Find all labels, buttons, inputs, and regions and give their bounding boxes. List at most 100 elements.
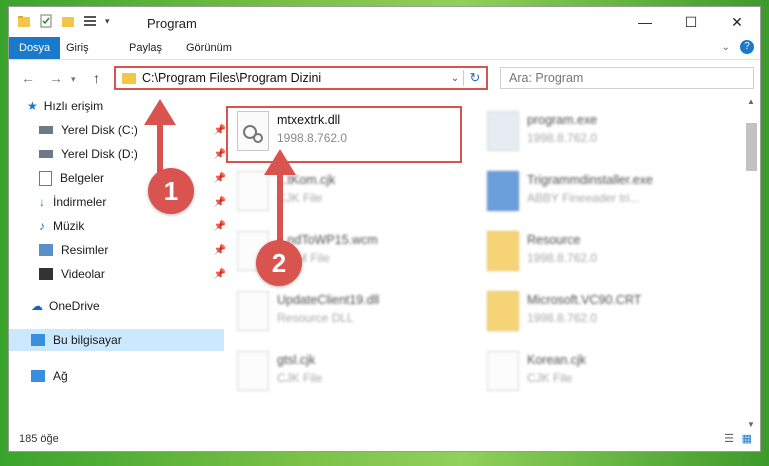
minimize-button[interactable]: —: [622, 7, 668, 37]
file-name: Korean.cjk: [527, 353, 587, 367]
search-input[interactable]: Ara: Program: [500, 67, 754, 89]
address-path[interactable]: C:\Program Files\Program Dizini: [142, 71, 447, 85]
status-bar: 185 öğe ☰ ▦: [9, 429, 760, 451]
sidebar-item-label: Müzik: [53, 219, 85, 233]
navigation-bar: ← → ▾ ↑ C:\Program Files\Program Dizini …: [9, 60, 760, 96]
explorer-window: ▾ Program — ☐ ✕ Dosya Giriş Paylaş Görün…: [8, 6, 761, 452]
computer-icon: [31, 334, 45, 346]
file-version: 1998.8.762.0: [527, 131, 598, 145]
close-button[interactable]: ✕: [714, 7, 760, 37]
chevron-down-icon[interactable]: ⌄: [447, 73, 463, 84]
cloud-icon: ☁: [31, 299, 43, 313]
file-type: ABBY Fineeader tri...: [527, 191, 640, 205]
sidebar-item-label: Resimler: [61, 243, 109, 257]
file-item[interactable]: Korean.cjk CJK File: [479, 347, 719, 403]
sidebar-item-videos[interactable]: Videolar 📌: [9, 263, 232, 285]
sidebar-item-label: OneDrive: [49, 299, 100, 313]
details-view-icon[interactable]: ☰: [724, 432, 734, 445]
item-count: 185 öğe: [19, 433, 59, 445]
maximize-button[interactable]: ☐: [668, 7, 714, 37]
file-name: UpdateClient19.dll: [277, 293, 380, 307]
file-item[interactable]: UpdateClient19.dll Resource DLL: [229, 287, 469, 343]
tab-share[interactable]: Paylaş: [129, 37, 162, 59]
quick-access-toolbar: ▾: [17, 14, 110, 28]
sidebar-item-music[interactable]: ♪ Müzik 📌: [9, 215, 232, 237]
scrollbar-thumb[interactable]: [746, 123, 757, 171]
sidebar-item-drive-d[interactable]: Yerel Disk (D:) 📌: [9, 143, 232, 165]
sidebar-item-onedrive[interactable]: ☁ OneDrive: [9, 295, 224, 317]
file-name: Resource: [527, 233, 581, 247]
sidebar-item-label: Yerel Disk (C:): [61, 123, 138, 137]
sidebar-item-label: Videolar: [61, 267, 105, 281]
network-icon: [31, 370, 45, 382]
folder-icon: [18, 16, 30, 27]
film-icon: [39, 268, 53, 280]
sidebar-item-label: İndirmeler: [53, 195, 107, 209]
large-icons-view-icon[interactable]: ▦: [742, 432, 752, 445]
sidebar-item-label: Belgeler: [60, 171, 105, 185]
tab-view[interactable]: Görünüm: [186, 37, 232, 59]
file-item[interactable]: Trigrammdinstaller.exe ABBY Fineeader tr…: [479, 167, 719, 223]
vertical-scrollbar[interactable]: ▲ ▼: [743, 95, 760, 431]
recent-chevron-icon[interactable]: ▾: [71, 74, 76, 85]
folder-icon: [122, 72, 136, 84]
address-bar[interactable]: C:\Program Files\Program Dizini ⌄ ↻: [114, 66, 488, 90]
drive-icon: [39, 126, 53, 134]
file-item[interactable]: gtsl.cjk CJK File: [229, 347, 469, 403]
annotation-marker-1: 1: [148, 168, 194, 214]
file-version: 1998.8.762.0: [527, 251, 598, 265]
view-options-icon[interactable]: [83, 14, 97, 28]
properties-icon[interactable]: [39, 14, 53, 28]
pictures-icon: [39, 244, 53, 256]
file-item[interactable]: Resource 1998.8.762.0: [479, 227, 719, 283]
dll-gear-icon: [237, 291, 269, 331]
annotation-arrow-2: [264, 149, 296, 245]
up-icon[interactable]: ↑: [93, 70, 100, 86]
tab-file[interactable]: Dosya: [9, 37, 61, 59]
forward-icon[interactable]: →: [49, 70, 63, 86]
star-icon: ★: [27, 99, 38, 113]
sidebar-item-quick-access[interactable]: ★ Hızlı erişim: [9, 95, 220, 117]
file-icon: [237, 351, 269, 391]
file-version: 1998.8.762.0: [527, 311, 598, 325]
file-type: CJK File: [527, 371, 573, 385]
file-name: Trigrammdinstaller.exe: [527, 173, 653, 187]
sidebar-item-documents[interactable]: Belgeler 📌: [9, 167, 232, 189]
file-name: Microsoft.VC90.CRT: [527, 293, 642, 307]
file-name: mtxextrk.dll: [277, 113, 341, 127]
scroll-up-icon[interactable]: ▲: [747, 97, 755, 106]
new-folder-icon[interactable]: [61, 14, 75, 28]
sidebar-item-label: Ağ: [53, 369, 68, 383]
sidebar-item-label: Hızlı erişim: [43, 99, 104, 113]
help-icon[interactable]: ?: [740, 40, 754, 54]
tab-home[interactable]: Giriş: [66, 37, 89, 59]
file-name: program.exe: [527, 113, 598, 127]
expand-ribbon-icon[interactable]: ⌄: [722, 42, 730, 53]
back-icon[interactable]: ←: [21, 70, 35, 86]
file-type: Resource DLL: [277, 311, 354, 325]
refresh-icon[interactable]: ↻: [463, 70, 486, 86]
file-item[interactable]: Microsoft.VC90.CRT 1998.8.762.0: [479, 287, 719, 343]
drive-icon: [39, 150, 53, 158]
title-bar: ▾ Program — ☐ ✕: [9, 7, 760, 37]
file-item[interactable]: program.exe 1998.8.762.0: [479, 107, 719, 163]
sidebar-item-pictures[interactable]: Resimler 📌: [9, 239, 232, 261]
folder-icon: [487, 231, 519, 271]
sidebar-item-label: Yerel Disk (D:): [61, 147, 138, 161]
file-name: gtsl.cjk: [277, 353, 316, 367]
music-note-icon: ♪: [39, 219, 45, 233]
chevron-down-icon[interactable]: ▾: [105, 16, 110, 27]
sidebar-item-this-pc[interactable]: Bu bilgisayar: [9, 329, 224, 351]
sidebar-item-drive-c[interactable]: Yerel Disk (C:) 📌: [9, 119, 232, 141]
ribbon-tabs: Dosya Giriş Paylaş Görünüm ⌄ ?: [9, 37, 760, 60]
sidebar-item-downloads[interactable]: ↓ İndirmeler 📌: [9, 191, 232, 213]
sidebar-item-label: Bu bilgisayar: [53, 333, 122, 347]
file-version: 1998.8.762.0: [277, 131, 348, 145]
file-type: CJK File: [277, 371, 323, 385]
exe-icon: [487, 111, 519, 151]
scroll-down-icon[interactable]: ▼: [747, 420, 755, 429]
documents-icon: [39, 170, 52, 186]
sidebar-item-network[interactable]: Ağ: [9, 365, 224, 387]
annotation-marker-2: 2: [256, 240, 302, 286]
file-icon: [487, 351, 519, 391]
